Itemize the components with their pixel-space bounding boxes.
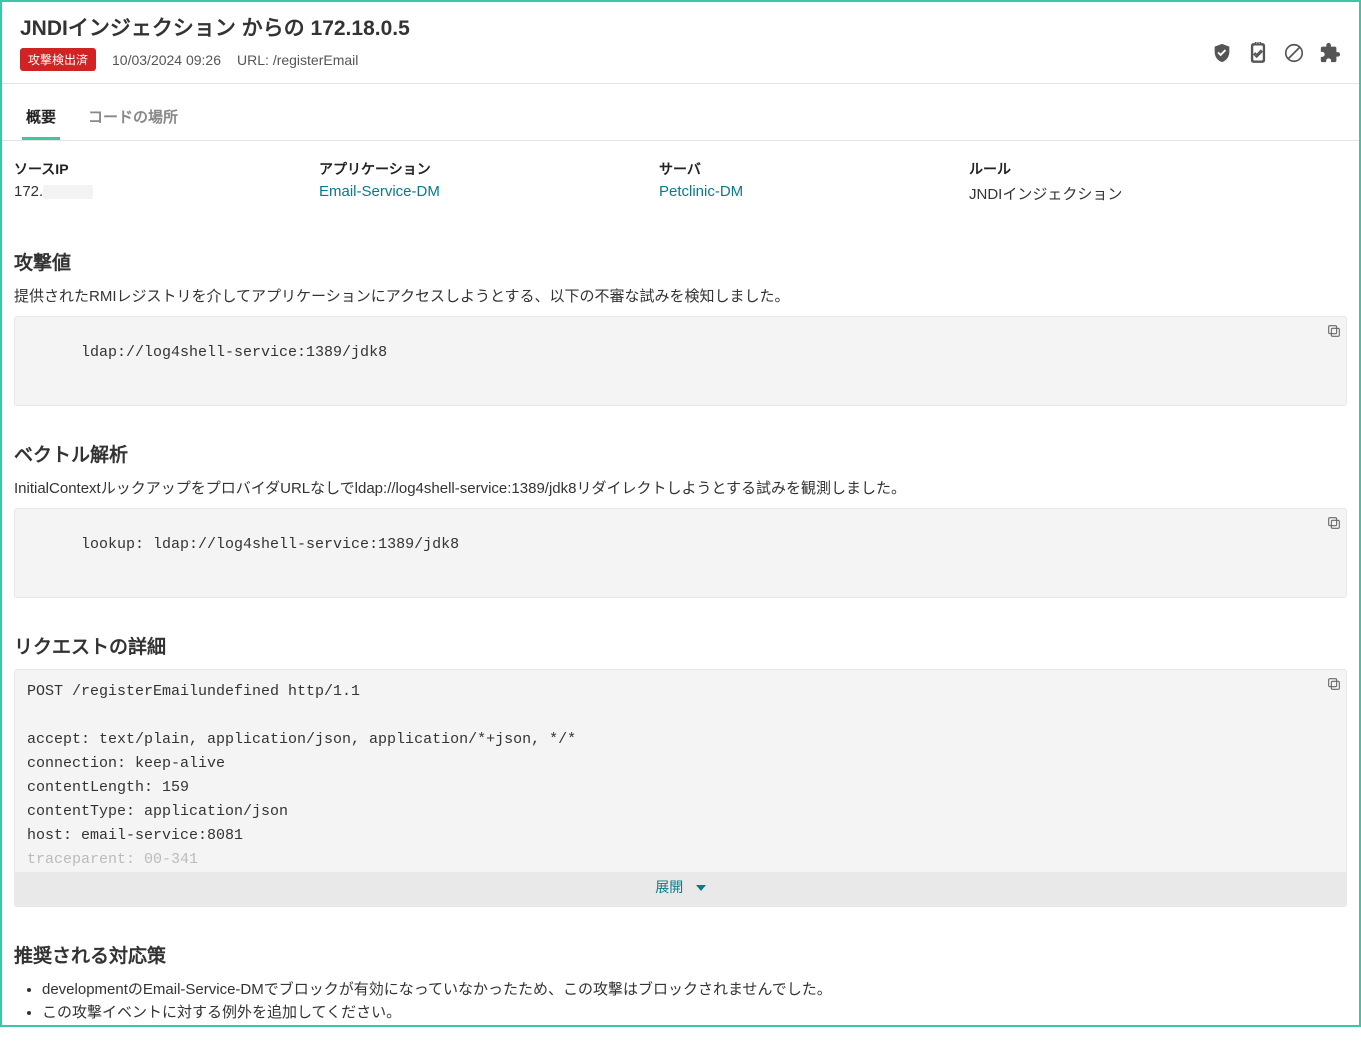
source-ip-value: 172. xyxy=(14,183,319,200)
request-section: リクエストの詳細 POST /registerEmailundefined ht… xyxy=(14,632,1347,907)
recommend-list: developmentのEmail-Service-DMでブロックが有効になって… xyxy=(14,978,1347,1022)
vector-code: lookup: ldap://log4shell-service:1389/jd… xyxy=(14,508,1347,598)
recommend-title: 推奨される対応策 xyxy=(14,941,1347,968)
info-application: アプリケーション Email-Service-DM xyxy=(319,159,659,204)
application-link[interactable]: Email-Service-DM xyxy=(319,183,659,200)
content-area: ソースIP 172. アプリケーション Email-Service-DM サーバ… xyxy=(2,141,1359,1044)
application-label: アプリケーション xyxy=(319,159,659,179)
shield-check-icon[interactable] xyxy=(1211,42,1233,69)
detail-header: JNDIインジェクション からの 172.18.0.5 攻撃検出済 10/03/… xyxy=(2,2,1359,84)
clipboard-check-icon[interactable] xyxy=(1247,42,1269,69)
vector-desc: InitialContextルックアップをプロバイダURLなしでldap://l… xyxy=(14,477,1347,498)
meta-row: 攻撃検出済 10/03/2024 09:26 URL: /registerEma… xyxy=(20,48,1341,71)
vector-code-text: lookup: ldap://log4shell-service:1389/jd… xyxy=(81,536,459,553)
rule-label: ルール xyxy=(969,159,1347,179)
page-title: JNDIインジェクション からの 172.18.0.5 xyxy=(20,12,1341,42)
datetime-text: 10/03/2024 09:26 xyxy=(112,52,221,68)
header-action-icons xyxy=(1211,42,1341,69)
copy-icon[interactable] xyxy=(1326,515,1342,531)
info-server: サーバ Petclinic-DM xyxy=(659,159,969,204)
chevron-down-icon xyxy=(696,885,706,891)
copy-icon[interactable] xyxy=(1326,676,1342,692)
url-meta: URL: /registerEmail xyxy=(237,52,358,68)
tab-bar: 概要 コードの場所 xyxy=(2,84,1359,141)
extension-icon[interactable] xyxy=(1319,42,1341,69)
request-body-text: POST /registerEmailundefined http/1.1 ac… xyxy=(27,683,576,844)
tab-code-location[interactable]: コードの場所 xyxy=(84,100,182,140)
attack-value-section: 攻撃値 提供されたRMIレジストリを介してアプリケーションにアクセスしようとする… xyxy=(14,248,1347,406)
expand-button[interactable]: 展開 xyxy=(15,872,1346,906)
request-body-box: POST /registerEmailundefined http/1.1 ac… xyxy=(14,669,1347,907)
attack-value-title: 攻撃値 xyxy=(14,248,1347,275)
vector-section: ベクトル解析 InitialContextルックアップをプロバイダURLなしでl… xyxy=(14,440,1347,598)
recommend-section: 推奨される対応策 developmentのEmail-Service-DMでブロ… xyxy=(14,941,1347,1022)
request-faded-line: traceparent: 00-341 xyxy=(27,851,198,868)
tab-overview[interactable]: 概要 xyxy=(22,100,60,140)
vector-title: ベクトル解析 xyxy=(14,440,1347,467)
rule-value: JNDIインジェクション xyxy=(969,183,1347,204)
info-source-ip: ソースIP 172. xyxy=(14,159,319,204)
url-value: /registerEmail xyxy=(273,52,359,68)
status-badge: 攻撃検出済 xyxy=(20,48,96,71)
recommend-item: この攻撃イベントに対する例外を追加してください。 xyxy=(42,1001,1347,1022)
copy-icon[interactable] xyxy=(1326,323,1342,339)
source-ip-label: ソースIP xyxy=(14,159,319,179)
url-label: URL: xyxy=(237,52,269,68)
recommend-item: developmentのEmail-Service-DMでブロックが有効になって… xyxy=(42,978,1347,999)
attack-value-code: ldap://log4shell-service:1389/jdk8 xyxy=(14,316,1347,406)
attack-value-desc: 提供されたRMIレジストリを介してアプリケーションにアクセスしようとする、以下の… xyxy=(14,285,1347,306)
cancel-circle-icon[interactable] xyxy=(1283,42,1305,69)
server-label: サーバ xyxy=(659,159,969,179)
attack-value-code-text: ldap://log4shell-service:1389/jdk8 xyxy=(81,344,387,361)
request-title: リクエストの詳細 xyxy=(14,632,1347,659)
server-link[interactable]: Petclinic-DM xyxy=(659,183,969,200)
info-rule: ルール JNDIインジェクション xyxy=(969,159,1347,204)
info-grid: ソースIP 172. アプリケーション Email-Service-DM サーバ… xyxy=(14,145,1347,214)
